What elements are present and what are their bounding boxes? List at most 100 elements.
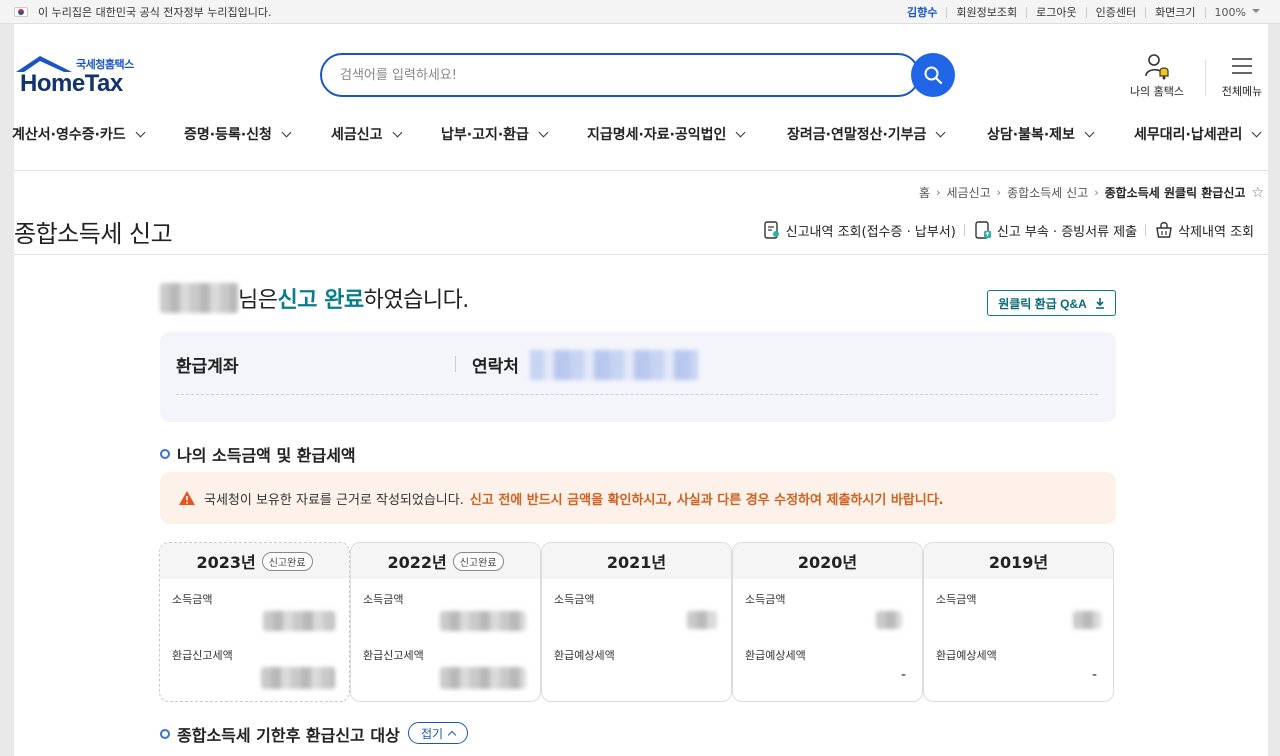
attachment-submit-label: 신고 부속 · 증빙서류 제출 xyxy=(996,224,1138,240)
year-card-2023[interactable]: 2023년 신고완료 소득금액 환급신고세액 xyxy=(159,542,350,702)
member-info-link[interactable]: 회원정보조회 xyxy=(946,6,1026,18)
refund-account-label: 환급계좌 xyxy=(176,357,239,377)
tax-value: - xyxy=(1091,667,1097,683)
gnb-item-tax-agent[interactable]: 세무대리·납세관리 xyxy=(1134,124,1262,144)
filing-history-link[interactable]: 신고내역 조회(접수증 · 납부서) xyxy=(754,220,964,240)
notice-highlight: 신고 전에 반드시 금액을 확인하시고, 사실과 다른 경우 수정하여 제출하시… xyxy=(469,492,944,508)
year-label: 2023년 xyxy=(196,553,256,572)
data-notice: 국세청이 보유한 자료를 근거로 작성되었습니다. 신고 전에 반드시 금액을 … xyxy=(160,472,1116,524)
chevron-down-icon xyxy=(735,127,746,137)
tax-value: - xyxy=(900,667,906,683)
status-badge: 신고완료 xyxy=(452,551,504,571)
account-divider xyxy=(455,356,456,372)
qa-button-label: 원클릭 환급 Q&A xyxy=(998,296,1087,311)
breadcrumb-level2[interactable]: 종합소득세 신고 xyxy=(1007,184,1088,201)
gnb-label: 증명·등록·신청 xyxy=(184,127,272,143)
screen-size-label: 화면크기 xyxy=(1145,6,1204,18)
chevron-down-icon xyxy=(1084,127,1095,137)
year-label: 2022년 xyxy=(387,553,447,572)
breadcrumb-home[interactable]: 홈 xyxy=(919,184,930,201)
document-search-icon xyxy=(763,221,779,239)
status-badge: 신고완료 xyxy=(261,551,313,571)
document-upload-icon xyxy=(975,221,991,239)
income-label: 소득금액 xyxy=(554,593,595,606)
gnb-item-payment[interactable]: 납부·고지·환급 xyxy=(441,124,549,144)
oneclick-qa-button[interactable]: 원클릭 환급 Q&A xyxy=(987,290,1116,316)
tax-label: 환급신고세액 xyxy=(363,649,424,662)
breadcrumb-chevron-icon: › xyxy=(1094,186,1099,199)
hamburger-icon xyxy=(1232,58,1252,74)
breadcrumb-current: 종합소득세 원클릭 환급신고 xyxy=(1104,186,1246,200)
redacted-name xyxy=(160,283,238,313)
income-label: 소득금액 xyxy=(172,593,213,606)
header-divider xyxy=(1205,60,1206,96)
year-card-2020[interactable]: 2020년 소득금액 환급예상세액 - xyxy=(732,542,923,702)
completion-message: 님은 신고 완료 하였습니다. xyxy=(160,282,469,314)
income-label: 소득금액 xyxy=(363,593,404,606)
redacted-income xyxy=(263,611,335,631)
search-button[interactable] xyxy=(911,53,955,97)
chevron-down-icon xyxy=(538,127,549,137)
breadcrumb-chevron-icon: › xyxy=(936,186,941,199)
gnb-item-consult[interactable]: 상담·불복·제보 xyxy=(987,124,1095,144)
user-name-link[interactable]: 김향수 xyxy=(898,7,946,18)
redacted-contact xyxy=(530,350,698,380)
collapse-toggle-button[interactable]: 접기 xyxy=(408,722,469,744)
gnb-label: 계산서·영수증·카드 xyxy=(12,127,126,143)
page-actions: 신고내역 조회(접수증 · 납부서) 신고 부속 · 증빙서류 제출 삭제내역 … xyxy=(754,220,1262,240)
all-menu-button[interactable]: 전체메뉴 xyxy=(1212,52,1272,99)
chevron-down-icon xyxy=(392,127,402,137)
all-menu-label: 전체메뉴 xyxy=(1221,85,1263,98)
bullet-circle-icon xyxy=(160,449,170,459)
tax-label: 환급신고세액 xyxy=(172,649,233,662)
hometax-logo[interactable]: 국세청홈택스 HomeTax xyxy=(14,50,154,98)
year-card-2021[interactable]: 2021년 소득금액 환급예상세액 xyxy=(541,542,732,702)
income-label: 소득금액 xyxy=(936,593,977,606)
filing-history-label: 신고내역 조회(접수증 · 납부서) xyxy=(785,224,956,240)
gnb-item-tax-filing[interactable]: 세금신고 xyxy=(331,124,402,144)
year-label: 2021년 xyxy=(606,553,667,572)
gnb-label: 세무대리·납세관리 xyxy=(1134,127,1243,143)
redacted-tax xyxy=(440,667,526,689)
search-input[interactable] xyxy=(322,55,918,95)
completion-tail: 하였습니다. xyxy=(363,288,470,313)
cert-center-link[interactable]: 인증센터 xyxy=(1085,6,1145,18)
contact-label: 연락처 xyxy=(472,357,519,377)
gnb-item-incentive[interactable]: 장려금·연말정산·기부금 xyxy=(787,124,946,144)
late-filing-label: 종합소득세 기한후 환급신고 대상 xyxy=(177,726,400,745)
tax-label: 환급예상세액 xyxy=(554,649,615,662)
logout-link[interactable]: 로그아웃 xyxy=(1026,6,1085,18)
redacted-income xyxy=(687,611,717,629)
attachment-submit-link[interactable]: 신고 부속 · 증빙서류 제출 xyxy=(965,220,1145,240)
basket-icon xyxy=(1156,222,1172,238)
my-hometax-link[interactable]: 나의 홈택스 xyxy=(1122,52,1192,99)
year-label: 2020년 xyxy=(797,553,858,572)
gnb-item-payment-statement[interactable]: 지급명세·자료·공익법인 xyxy=(587,124,746,144)
dashed-divider xyxy=(176,394,1098,395)
logo-wordmark: HomeTax xyxy=(20,70,123,97)
search-box xyxy=(320,53,920,97)
title-divider xyxy=(14,254,1268,255)
gov-banner-text: 이 누리집은 대한민국 공식 전자정부 누리집입니다. xyxy=(38,5,272,19)
favorite-star-icon[interactable]: ☆ xyxy=(1251,185,1264,201)
income-section-title: 나의 소득금액 및 환급세액 xyxy=(160,442,356,466)
deleted-history-link[interactable]: 삭제내역 조회 xyxy=(1146,220,1262,240)
bullet-circle-icon xyxy=(160,729,170,739)
gnb-label: 장려금·연말정산·기부금 xyxy=(787,127,927,143)
redacted-income xyxy=(876,611,902,629)
gnb-item-certificate[interactable]: 증명·등록·신청 xyxy=(184,124,292,144)
korea-flag-icon xyxy=(14,6,28,17)
zoom-select[interactable]: 100% xyxy=(1204,6,1264,18)
gnb-item-invoice[interactable]: 계산서·영수증·카드 xyxy=(12,124,146,144)
year-card-2019[interactable]: 2019년 소득금액 환급예상세액 - xyxy=(923,542,1114,702)
my-hometax-label: 나의 홈택스 xyxy=(1129,85,1185,98)
tax-label: 환급예상세액 xyxy=(936,649,997,662)
redacted-tax xyxy=(261,667,335,689)
breadcrumb-level1[interactable]: 세금신고 xyxy=(947,184,991,201)
year-card-2022[interactable]: 2022년 신고완료 소득금액 환급신고세액 xyxy=(350,542,541,702)
completion-status: 신고 완료 xyxy=(277,288,364,313)
warning-icon xyxy=(179,491,195,505)
breadcrumb: 홈 › 세금신고 › 종합소득세 신고 › 종합소득세 원클릭 환급신고 ☆ xyxy=(919,184,1264,201)
page-title: 종합소득세 신고 xyxy=(14,220,173,248)
income-section-label: 나의 소득금액 및 환급세액 xyxy=(177,446,356,465)
